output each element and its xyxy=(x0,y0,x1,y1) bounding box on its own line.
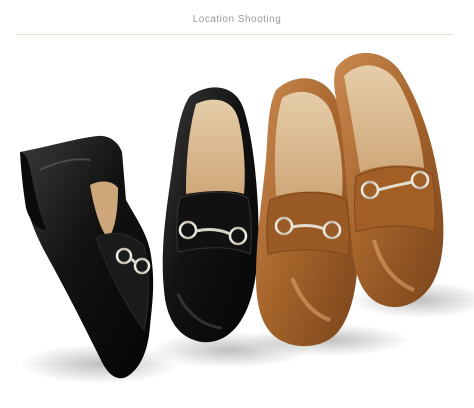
header-divider xyxy=(16,34,453,35)
black-loafer-front xyxy=(162,87,259,343)
header: Location Shooting xyxy=(0,0,474,40)
page-title: Location Shooting xyxy=(192,14,282,25)
black-loafer-side xyxy=(20,135,154,379)
product-photo xyxy=(0,40,474,408)
